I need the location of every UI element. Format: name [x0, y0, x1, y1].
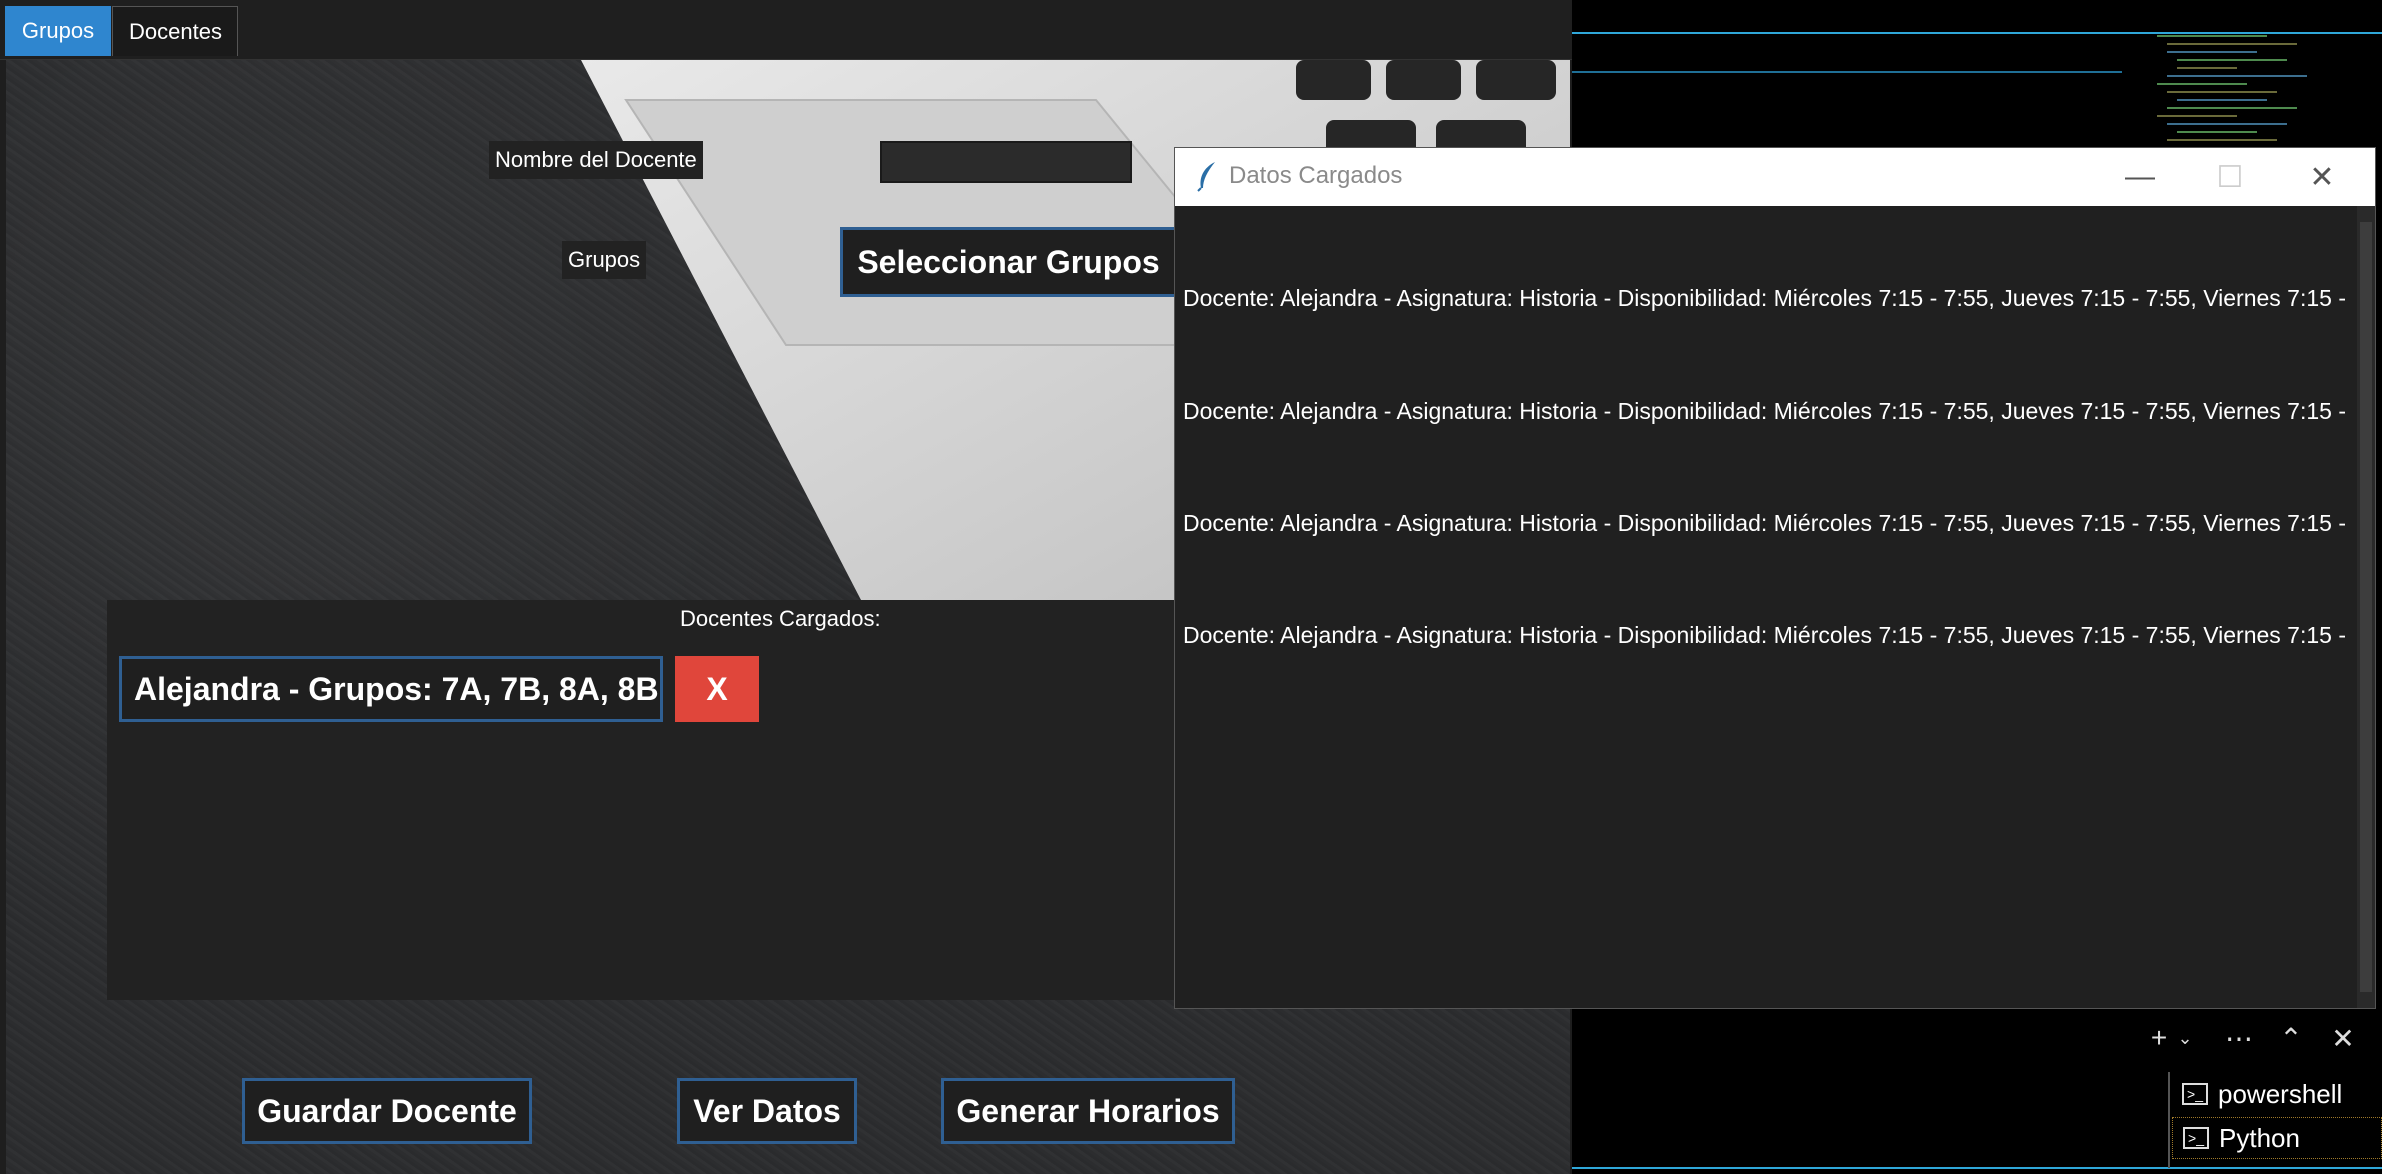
terminal-icon: >_	[2182, 1083, 2208, 1105]
view-data-button[interactable]: Ver Datos	[677, 1078, 857, 1144]
list-item[interactable]: Alejandra - Grupos: 7A, 7B, 8A, 8B	[119, 656, 663, 722]
more-icon[interactable]: ⋯	[2222, 1018, 2256, 1058]
terminal-list-divider	[2168, 1072, 2170, 1168]
tab-grupos[interactable]: Grupos	[5, 6, 111, 56]
chevron-down-icon[interactable]: ⌄	[2168, 1018, 2202, 1058]
close-panel-icon[interactable]: ✕	[2326, 1018, 2360, 1058]
grupos-label: Grupos	[562, 241, 647, 279]
terminal-divider	[1572, 71, 2122, 73]
popup-title-bar[interactable]: Datos Cargados — ☐ ✕	[1175, 148, 2375, 206]
minimize-icon[interactable]: —	[2095, 148, 2185, 206]
terminal-item-python[interactable]: >_ Python	[2172, 1117, 2382, 1159]
datos-cargados-window: Datos Cargados — ☐ ✕ Docente: Alejandra …	[1174, 147, 2376, 1009]
save-docente-button[interactable]: Guardar Docente	[242, 1078, 532, 1144]
popup-title: Datos Cargados	[1229, 162, 1403, 189]
generate-schedules-button[interactable]: Generar Horarios	[941, 1078, 1235, 1144]
close-icon[interactable]: ✕	[2277, 148, 2367, 206]
terminal-item-powershell[interactable]: >_ powershell	[2172, 1073, 2382, 1115]
editor-minimap	[2157, 35, 2307, 141]
chevron-up-icon[interactable]: ⌃	[2274, 1018, 2308, 1058]
data-line: Docente: Alejandra - Asignatura: Histori…	[1183, 622, 2346, 648]
terminal-divider	[1572, 1167, 2382, 1169]
tab-docentes[interactable]: Docentes	[112, 6, 238, 56]
select-groups-button[interactable]: Seleccionar Grupos	[840, 227, 1177, 297]
docentes-list-title: Docentes Cargados:	[680, 606, 881, 631]
delete-item-button[interactable]: X	[675, 656, 759, 722]
terminal-item-label: Python	[2219, 1122, 2300, 1153]
tab-bar: Grupos Docentes	[0, 0, 1572, 60]
data-line: Docente: Alejandra - Asignatura: Histori…	[1183, 285, 2346, 311]
terminal-toolbar: + ⌄ ⋯ ⌃ ✕	[2142, 1018, 2382, 1058]
popup-scrollbar[interactable]	[2357, 206, 2375, 1008]
maximize-icon[interactable]: ☐	[2185, 148, 2275, 206]
feather-icon	[1197, 162, 1215, 192]
docente-name-label: Nombre del Docente	[489, 141, 703, 179]
scrollbar-thumb[interactable]	[2360, 222, 2372, 992]
terminal-item-label: powershell	[2218, 1078, 2343, 1109]
docente-name-input[interactable]	[880, 141, 1132, 183]
data-line: Docente: Alejandra - Asignatura: Histori…	[1183, 510, 2346, 536]
terminal-icon: >_	[2183, 1127, 2209, 1149]
data-line: Docente: Alejandra - Asignatura: Histori…	[1183, 398, 2346, 424]
